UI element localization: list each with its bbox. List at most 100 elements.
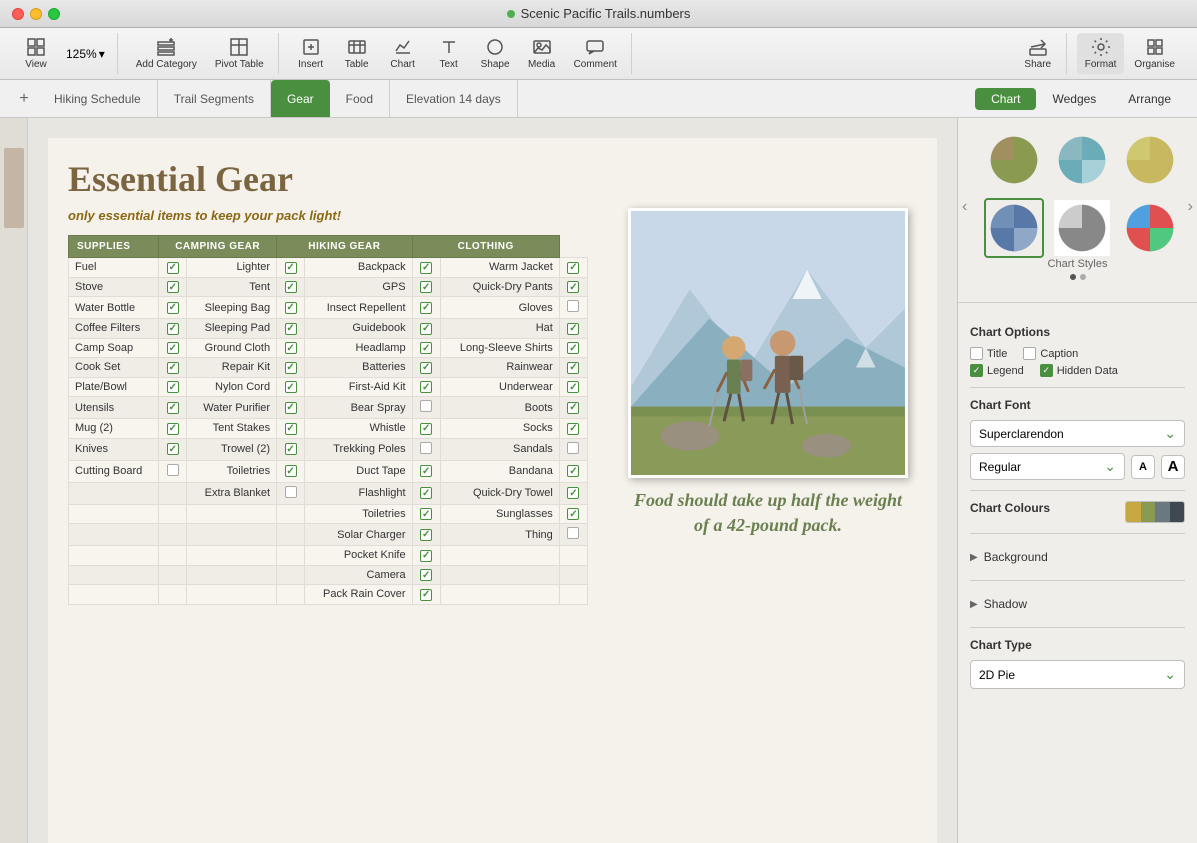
hiking-item-check[interactable]: ✓ — [412, 258, 440, 278]
canvas[interactable]: Essential Gear only essential items to k… — [28, 118, 957, 843]
hiking-item-check[interactable]: ✓ — [412, 546, 440, 566]
hiking-item-check[interactable] — [412, 438, 440, 460]
view-button[interactable]: View — [14, 33, 58, 74]
add-sheet-button[interactable]: + — [10, 80, 38, 117]
hiking-item-check[interactable]: ✓ — [412, 482, 440, 504]
camping-check-supply[interactable]: ✓ — [159, 377, 187, 397]
hidden-data-checkbox[interactable] — [1040, 364, 1053, 377]
checkbox[interactable]: ✓ — [420, 342, 432, 354]
checkbox[interactable]: ✓ — [167, 262, 179, 274]
camping-item-check[interactable]: ✓ — [277, 377, 305, 397]
camping-check-supply[interactable]: ✓ — [159, 358, 187, 378]
fullscreen-button[interactable] — [48, 8, 60, 20]
checkbox[interactable]: ✓ — [285, 465, 297, 477]
share-button[interactable]: Share — [1016, 33, 1060, 74]
checkbox[interactable]: ✓ — [285, 402, 297, 414]
clothing-check[interactable]: ✓ — [559, 397, 587, 419]
checkbox[interactable]: ✓ — [567, 402, 579, 414]
format-button[interactable]: Format — [1077, 33, 1125, 74]
hiking-item-check[interactable] — [412, 397, 440, 419]
hiking-item-check[interactable]: ✓ — [412, 297, 440, 319]
checkbox[interactable]: ✓ — [420, 529, 432, 541]
styles-dot-2[interactable] — [1080, 274, 1086, 280]
chart-tab-wedges[interactable]: Wedges — [1036, 88, 1112, 110]
camping-check-supply[interactable] — [159, 585, 187, 605]
camping-check-supply[interactable] — [159, 524, 187, 546]
checkbox[interactable]: ✓ — [567, 508, 579, 520]
clothing-check[interactable]: ✓ — [559, 504, 587, 524]
organise-button[interactable]: Organise — [1126, 33, 1183, 74]
clothing-check[interactable]: ✓ — [559, 277, 587, 297]
background-header[interactable]: ▶ Background — [970, 544, 1185, 570]
checkbox[interactable]: ✓ — [167, 443, 179, 455]
checkbox[interactable]: ✓ — [420, 323, 432, 335]
hiking-item-check[interactable]: ✓ — [412, 460, 440, 482]
styles-dot-1[interactable] — [1070, 274, 1076, 280]
chart-colours-swatch[interactable] — [1125, 501, 1185, 523]
chart-style-4[interactable] — [984, 198, 1044, 258]
styles-prev-arrow[interactable]: ‹ — [962, 198, 967, 216]
camping-check-supply[interactable]: ✓ — [159, 297, 187, 319]
clothing-check[interactable]: ✓ — [559, 358, 587, 378]
clothing-check[interactable]: ✓ — [559, 482, 587, 504]
caption-checkbox[interactable] — [1023, 347, 1036, 360]
clothing-check[interactable] — [559, 524, 587, 546]
chart-style-3[interactable] — [1120, 130, 1180, 190]
camping-item-check[interactable]: ✓ — [277, 460, 305, 482]
checkbox[interactable]: ✓ — [167, 381, 179, 393]
sheet-tab-elevation[interactable]: Elevation 14 days — [390, 80, 518, 117]
checkbox[interactable]: ✓ — [285, 381, 297, 393]
font-style-select[interactable]: Regular ⌄ — [970, 453, 1125, 480]
camping-item-check[interactable]: ✓ — [277, 277, 305, 297]
hiking-item-check[interactable]: ✓ — [412, 358, 440, 378]
text-button[interactable]: Text — [427, 33, 471, 74]
chart-tab-arrange[interactable]: Arrange — [1112, 88, 1187, 110]
sheet-tab-food[interactable]: Food — [330, 80, 390, 117]
clothing-check[interactable] — [559, 585, 587, 605]
camping-item-check[interactable]: ✓ — [277, 319, 305, 339]
checkbox[interactable]: ✓ — [567, 323, 579, 335]
insert-button[interactable]: Insert — [289, 33, 333, 74]
sheet-tab-trail-segments[interactable]: Trail Segments — [158, 80, 271, 117]
camping-check-supply[interactable] — [159, 504, 187, 524]
hiking-item-check[interactable]: ✓ — [412, 319, 440, 339]
hiking-item-check[interactable]: ✓ — [412, 377, 440, 397]
checkbox[interactable]: ✓ — [167, 402, 179, 414]
checkbox[interactable]: ✓ — [285, 281, 297, 293]
checkbox[interactable]: ✓ — [567, 362, 579, 374]
camping-check-supply[interactable]: ✓ — [159, 258, 187, 278]
checkbox[interactable]: ✓ — [167, 423, 179, 435]
font-name-select[interactable]: Superclarendon ⌄ — [970, 420, 1185, 447]
camping-check-supply[interactable] — [159, 482, 187, 504]
shadow-header[interactable]: ▶ Shadow — [970, 591, 1185, 617]
hiking-item-check[interactable]: ✓ — [412, 419, 440, 439]
hiking-item-check[interactable]: ✓ — [412, 565, 440, 585]
title-checkbox[interactable] — [970, 347, 983, 360]
checkbox[interactable] — [567, 442, 579, 454]
camping-check-supply[interactable]: ✓ — [159, 319, 187, 339]
camping-item-check[interactable]: ✓ — [277, 258, 305, 278]
camping-check-supply[interactable] — [159, 460, 187, 482]
checkbox[interactable]: ✓ — [285, 362, 297, 374]
checkbox[interactable] — [567, 527, 579, 539]
checkbox[interactable]: ✓ — [167, 342, 179, 354]
pivot-table-button[interactable]: Pivot Table — [207, 33, 272, 74]
clothing-check[interactable] — [559, 546, 587, 566]
camping-check-supply[interactable] — [159, 565, 187, 585]
checkbox[interactable]: ✓ — [567, 423, 579, 435]
chart-type-select[interactable]: 2D Pie ⌄ — [970, 660, 1185, 689]
checkbox[interactable]: ✓ — [285, 302, 297, 314]
zoom-control[interactable]: 125% ▾ — [60, 43, 111, 65]
checkbox[interactable] — [420, 400, 432, 412]
checkbox[interactable]: ✓ — [420, 262, 432, 274]
checkbox[interactable] — [167, 464, 179, 476]
hiking-item-check[interactable]: ✓ — [412, 277, 440, 297]
checkbox[interactable] — [567, 300, 579, 312]
camping-item-check[interactable]: ✓ — [277, 358, 305, 378]
comment-button[interactable]: Comment — [566, 33, 625, 74]
checkbox[interactable]: ✓ — [420, 302, 432, 314]
window-controls[interactable] — [12, 8, 60, 20]
sheet-tab-hiking-schedule[interactable]: Hiking Schedule — [38, 80, 158, 117]
chart-style-1[interactable] — [984, 130, 1044, 190]
clothing-check[interactable]: ✓ — [559, 319, 587, 339]
